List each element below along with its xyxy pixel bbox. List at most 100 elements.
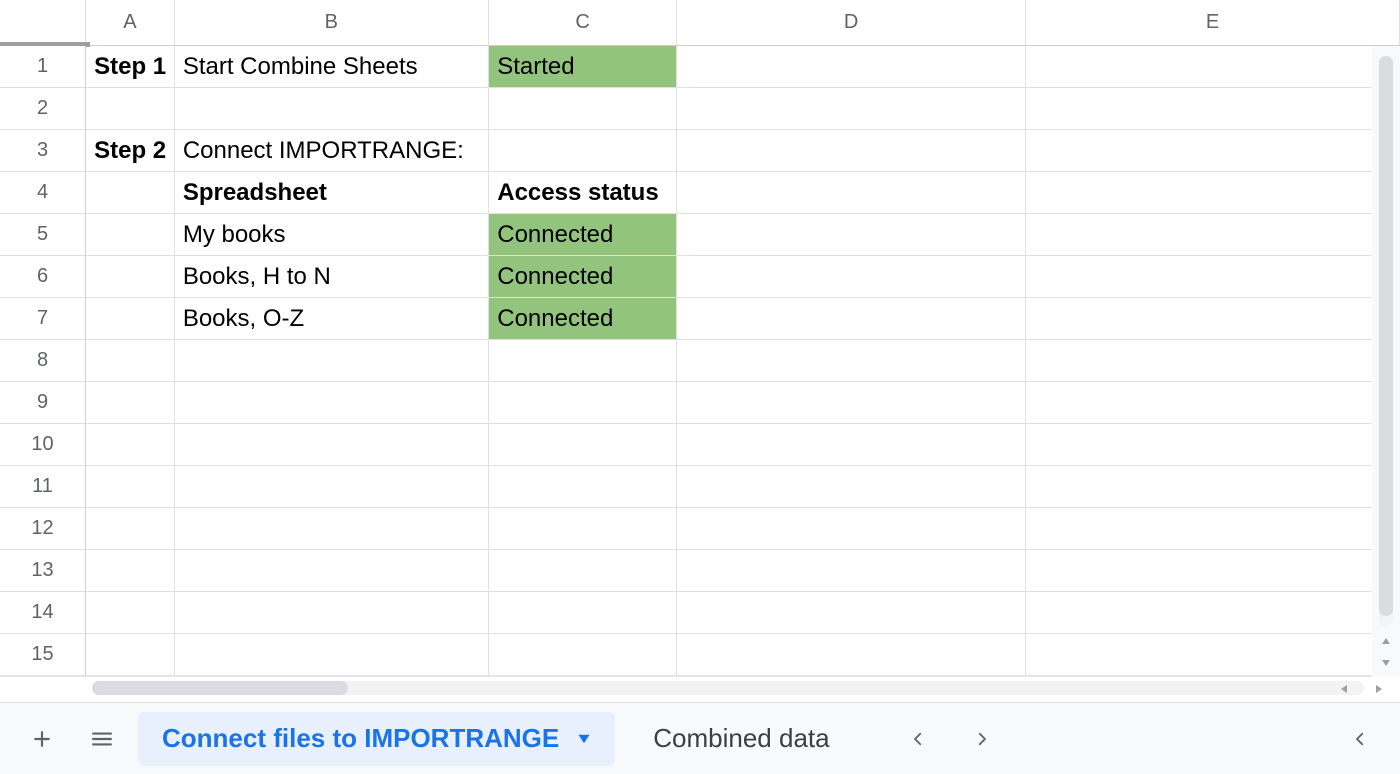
show-side-panel-button[interactable]	[1338, 717, 1382, 761]
vertical-scrollbar-track[interactable]	[1379, 56, 1393, 626]
row-header-1[interactable]: 1	[0, 46, 86, 88]
cell-a14[interactable]	[86, 592, 175, 634]
cell-d11[interactable]	[677, 466, 1026, 508]
cell-e7[interactable]	[1026, 298, 1400, 340]
cell-c8[interactable]	[489, 340, 677, 382]
column-header-d[interactable]: D	[677, 0, 1026, 46]
cell-b12[interactable]	[175, 508, 489, 550]
row-header-5[interactable]: 5	[0, 214, 86, 256]
cell-e12[interactable]	[1026, 508, 1400, 550]
cell-d12[interactable]	[677, 508, 1026, 550]
cell-b9[interactable]	[175, 382, 489, 424]
cell-d13[interactable]	[677, 550, 1026, 592]
cell-c1[interactable]: Started	[489, 46, 677, 88]
column-header-c[interactable]: C	[489, 0, 677, 46]
row-header-13[interactable]: 13	[0, 550, 86, 592]
cell-d1[interactable]	[677, 46, 1026, 88]
cell-d3[interactable]	[677, 130, 1026, 172]
cell-e13[interactable]	[1026, 550, 1400, 592]
tab-next-button[interactable]	[958, 715, 1006, 763]
cell-d7[interactable]	[677, 298, 1026, 340]
cell-c7[interactable]: Connected	[489, 298, 677, 340]
cell-d9[interactable]	[677, 382, 1026, 424]
cell-e6[interactable]	[1026, 256, 1400, 298]
cell-a6[interactable]	[86, 256, 175, 298]
row-header-15[interactable]: 15	[0, 634, 86, 676]
cell-c4[interactable]: Access status	[489, 172, 677, 214]
row-header-7[interactable]: 7	[0, 298, 86, 340]
cell-d6[interactable]	[677, 256, 1026, 298]
cell-b7[interactable]: Books, O-Z	[175, 298, 489, 340]
cell-c14[interactable]	[489, 592, 677, 634]
vertical-scrollbar-thumb[interactable]	[1379, 56, 1393, 616]
cell-d5[interactable]	[677, 214, 1026, 256]
cell-e11[interactable]	[1026, 466, 1400, 508]
cell-e8[interactable]	[1026, 340, 1400, 382]
cell-e9[interactable]	[1026, 382, 1400, 424]
cell-c12[interactable]	[489, 508, 677, 550]
row-header-12[interactable]: 12	[0, 508, 86, 550]
cell-d8[interactable]	[677, 340, 1026, 382]
cell-e3[interactable]	[1026, 130, 1400, 172]
row-header-4[interactable]: 4	[0, 172, 86, 214]
cell-d4[interactable]	[677, 172, 1026, 214]
horizontal-scrollbar-track[interactable]	[92, 681, 1364, 695]
cell-d2[interactable]	[677, 88, 1026, 130]
tab-prev-button[interactable]	[894, 715, 942, 763]
scroll-right-button[interactable]	[1368, 681, 1390, 697]
row-header-6[interactable]: 6	[0, 256, 86, 298]
cell-c3[interactable]	[489, 130, 677, 172]
cell-b3[interactable]: Connect IMPORTRANGE:	[175, 130, 489, 172]
cell-a5[interactable]	[86, 214, 175, 256]
cell-e2[interactable]	[1026, 88, 1400, 130]
cell-b15[interactable]	[175, 634, 489, 676]
scroll-down-button[interactable]	[1372, 652, 1400, 674]
cell-c6[interactable]: Connected	[489, 256, 677, 298]
tab-menu-button[interactable]	[577, 732, 591, 746]
cell-b2[interactable]	[175, 88, 489, 130]
cell-a10[interactable]	[86, 424, 175, 466]
cell-e10[interactable]	[1026, 424, 1400, 466]
scroll-left-button[interactable]	[1333, 681, 1355, 697]
scroll-up-button[interactable]	[1372, 630, 1400, 652]
cell-c13[interactable]	[489, 550, 677, 592]
cell-c15[interactable]	[489, 634, 677, 676]
row-header-14[interactable]: 14	[0, 592, 86, 634]
row-header-11[interactable]: 11	[0, 466, 86, 508]
column-header-e[interactable]: E	[1026, 0, 1400, 46]
cell-c11[interactable]	[489, 466, 677, 508]
cell-a9[interactable]	[86, 382, 175, 424]
tab-combined-data[interactable]: Combined data	[629, 712, 853, 766]
cell-b13[interactable]	[175, 550, 489, 592]
row-header-8[interactable]: 8	[0, 340, 86, 382]
cell-e1[interactable]	[1026, 46, 1400, 88]
vertical-scrollbar[interactable]	[1372, 46, 1400, 676]
cell-a12[interactable]	[86, 508, 175, 550]
row-header-2[interactable]: 2	[0, 88, 86, 130]
select-all-corner[interactable]	[0, 0, 86, 46]
cell-e4[interactable]	[1026, 172, 1400, 214]
cell-a1[interactable]: Step 1	[86, 46, 175, 88]
cell-c10[interactable]	[489, 424, 677, 466]
cell-a2[interactable]	[86, 88, 175, 130]
all-sheets-button[interactable]	[78, 715, 126, 763]
row-header-3[interactable]: 3	[0, 130, 86, 172]
cell-b10[interactable]	[175, 424, 489, 466]
cell-d10[interactable]	[677, 424, 1026, 466]
cell-b8[interactable]	[175, 340, 489, 382]
cell-e15[interactable]	[1026, 634, 1400, 676]
cell-a3[interactable]: Step 2	[86, 130, 175, 172]
cell-a13[interactable]	[86, 550, 175, 592]
cell-a4[interactable]	[86, 172, 175, 214]
cell-b14[interactable]	[175, 592, 489, 634]
cell-d15[interactable]	[677, 634, 1026, 676]
cell-a8[interactable]	[86, 340, 175, 382]
cell-a15[interactable]	[86, 634, 175, 676]
cell-e14[interactable]	[1026, 592, 1400, 634]
cell-c5[interactable]: Connected	[489, 214, 677, 256]
cell-b6[interactable]: Books, H to N	[175, 256, 489, 298]
cell-e5[interactable]	[1026, 214, 1400, 256]
cell-a11[interactable]	[86, 466, 175, 508]
add-sheet-button[interactable]	[18, 715, 66, 763]
cell-b4[interactable]: Spreadsheet	[175, 172, 489, 214]
